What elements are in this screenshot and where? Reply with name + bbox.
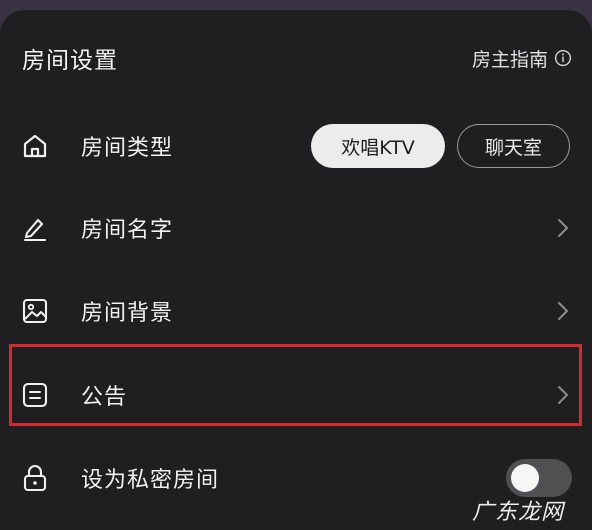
room-settings-sheet: 房间设置 房主指南 房间类型 欢唱KTV 聊天室 房间名字 房间背景 公告 设为…	[0, 10, 592, 530]
home-icon	[23, 134, 47, 158]
private-room-label: 设为私密房间	[81, 468, 220, 493]
room-background-label: 房间背景	[81, 301, 174, 326]
pen-icon	[23, 218, 47, 242]
screen: 房间设置 房主指南 房间类型 欢唱KTV 聊天室 房间名字 房间背景 公告 设为…	[0, 0, 592, 530]
notice-row[interactable]: 公告	[0, 355, 592, 435]
room-name-label: 房间名字	[81, 218, 174, 243]
room-type-row: 房间类型 欢唱KTV 聊天室	[0, 106, 592, 186]
room-name-row[interactable]: 房间名字	[0, 188, 592, 268]
info-icon	[554, 49, 572, 67]
owner-guide-label: 房主指南	[471, 48, 548, 71]
option-chat-room[interactable]: 聊天室	[457, 124, 570, 168]
notice-icon	[22, 382, 48, 408]
private-room-toggle[interactable]	[506, 459, 572, 497]
lock-icon	[23, 464, 47, 492]
chevron-right-icon	[558, 219, 568, 237]
page-title: 房间设置	[22, 48, 118, 74]
room-type-label: 房间类型	[81, 136, 174, 161]
option-ktv[interactable]: 欢唱KTV	[311, 124, 445, 168]
sheet-header: 房间设置 房主指南	[22, 38, 572, 78]
toggle-knob	[511, 464, 539, 492]
image-icon	[22, 298, 48, 324]
room-background-row[interactable]: 房间背景	[0, 271, 592, 351]
notice-label: 公告	[81, 385, 128, 410]
chevron-right-icon	[558, 386, 568, 404]
owner-guide-link[interactable]: 房主指南	[472, 45, 572, 72]
watermark: 广东龙网	[471, 500, 564, 525]
chevron-right-icon	[558, 302, 568, 320]
